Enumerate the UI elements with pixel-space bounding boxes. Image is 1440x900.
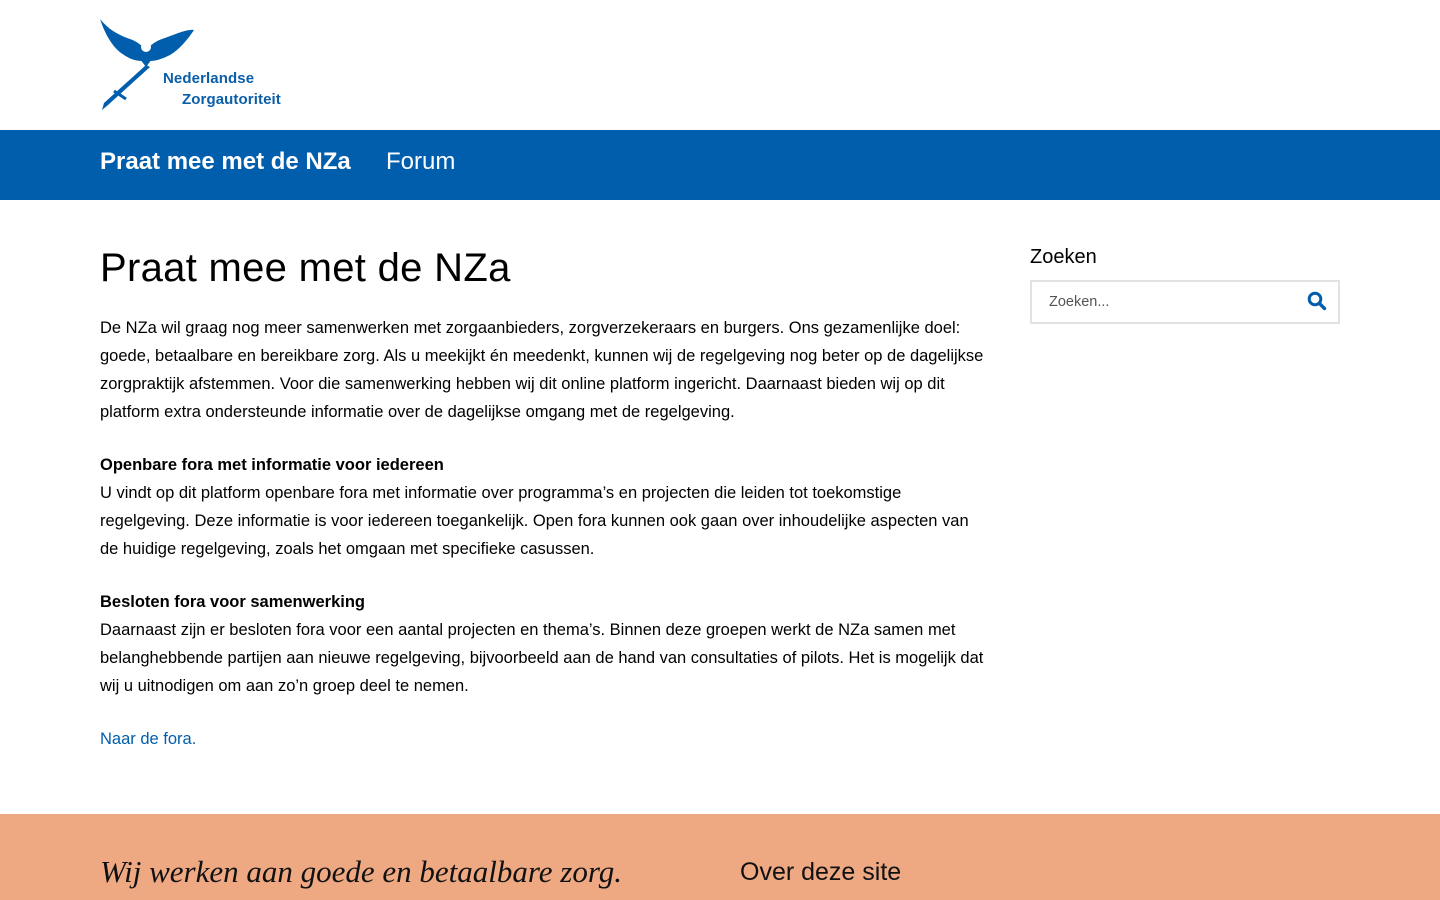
logo-text-line2: Zorgautoriteit [182,91,281,108]
footer-tagline: Wij werken aan goede en betaalbare zorg. [100,854,623,889]
section-body: U vindt op dit platform openbare fora me… [100,484,969,558]
main-area: Praat mee met de NZa De NZa wil graag no… [0,200,1440,814]
logo-text-line1: Nederlandse [163,70,255,87]
search-button[interactable] [1306,291,1328,313]
section-closed-fora: Besloten fora voor samenwerking Daarnaas… [100,588,990,700]
nav-brand-link[interactable]: Praat mee met de NZa [100,148,351,176]
search-icon [1307,291,1327,311]
section-heading: Besloten fora voor samenwerking [100,593,365,611]
search-box [1030,280,1340,324]
page-title: Praat mee met de NZa [100,246,511,290]
sidebar: Zoeken [1030,244,1340,324]
section-body: Daarnaast zijn er besloten fora voor een… [100,621,984,695]
intro-paragraph: De NZa wil graag nog meer samenwerken me… [100,319,984,421]
nav-item-forum[interactable]: Forum [386,148,455,176]
to-fora-link[interactable]: Naar de fora. [100,725,196,753]
site-footer: Wij werken aan goede en betaalbare zorg.… [0,814,1440,900]
section-heading: Openbare fora met informatie voor iedere… [100,456,444,474]
search-title: Zoeken [1030,246,1097,268]
site-header: Nederlandse Zorgautoriteit [0,0,1440,130]
footer-heading-about: Over deze site [740,858,902,886]
section-open-fora: Openbare fora met informatie voor iedere… [100,451,990,563]
main-navbar: Praat mee met de NZa Forum [0,130,1440,200]
search-input[interactable] [1032,282,1302,322]
main-content: Praat mee met de NZa De NZa wil graag no… [100,244,990,753]
